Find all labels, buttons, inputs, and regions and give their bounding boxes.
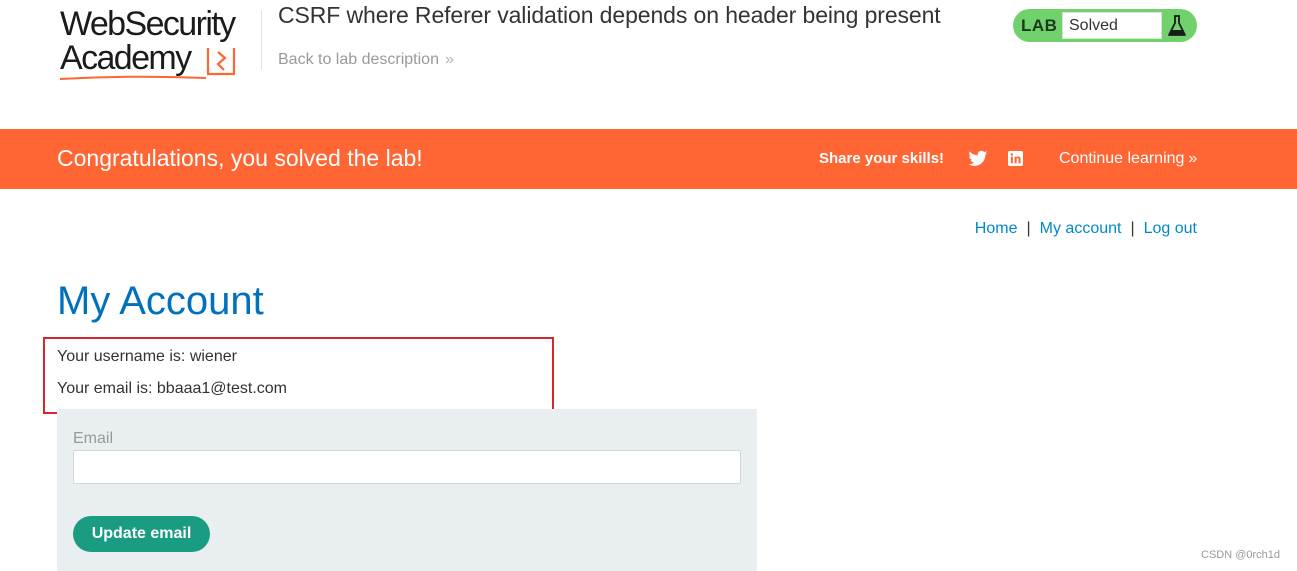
lab-status-badge: LAB Solved: [1013, 9, 1197, 42]
continue-learning-link[interactable]: Continue learning»: [1059, 150, 1197, 168]
page: WebSecurity Academy CSRF where Referer v…: [0, 0, 1297, 571]
logo-line1: WebSecurity: [60, 5, 236, 43]
nav-separator: |: [1026, 220, 1031, 237]
continue-learning-label: Continue learning: [1059, 150, 1185, 167]
congratulations-message: Congratulations, you solved the lab!: [57, 145, 423, 171]
email-label: Email: [73, 430, 114, 447]
email-text: Your email is: bbaaa1@test.com: [57, 380, 287, 397]
web-security-academy-logo[interactable]: WebSecurity Academy: [58, 6, 263, 80]
logo-line2: Academy: [60, 39, 192, 77]
nav-my-account-link[interactable]: My account: [1040, 220, 1122, 237]
nav-log-out-link[interactable]: Log out: [1144, 220, 1197, 237]
lab-title: CSRF where Referer validation depends on…: [278, 2, 941, 28]
email-input[interactable]: [73, 450, 741, 484]
lab-status: Solved: [1062, 12, 1162, 39]
logo-mark-icon: [206, 48, 236, 76]
linkedin-icon[interactable]: [1008, 151, 1023, 166]
csdn-watermark: CSDN @0rch1d: [1201, 549, 1281, 561]
header-divider: [261, 10, 262, 70]
lab-label: LAB: [1021, 16, 1058, 35]
back-link-label: Back to lab description: [278, 51, 439, 68]
logo-underline: [59, 75, 207, 80]
change-email-form: Email Update email: [57, 409, 757, 571]
solved-banner: Congratulations, you solved the lab! Sha…: [0, 129, 1297, 189]
nav-home-link[interactable]: Home: [975, 220, 1018, 237]
account-navigation: Home | My account | Log out: [975, 220, 1197, 238]
double-chevron-right-icon: »: [1188, 150, 1198, 167]
back-to-lab-description-link[interactable]: Back to lab description »: [278, 51, 454, 69]
username-text: Your username is: wiener: [57, 348, 237, 365]
nav-separator: |: [1130, 220, 1135, 237]
update-email-button[interactable]: Update email: [73, 516, 210, 552]
twitter-icon[interactable]: [968, 150, 988, 168]
share-skills-label: Share your skills!: [819, 150, 945, 167]
flask-icon: [1168, 15, 1186, 36]
page-title: My Account: [57, 279, 264, 323]
double-chevron-right-icon: »: [444, 51, 454, 68]
